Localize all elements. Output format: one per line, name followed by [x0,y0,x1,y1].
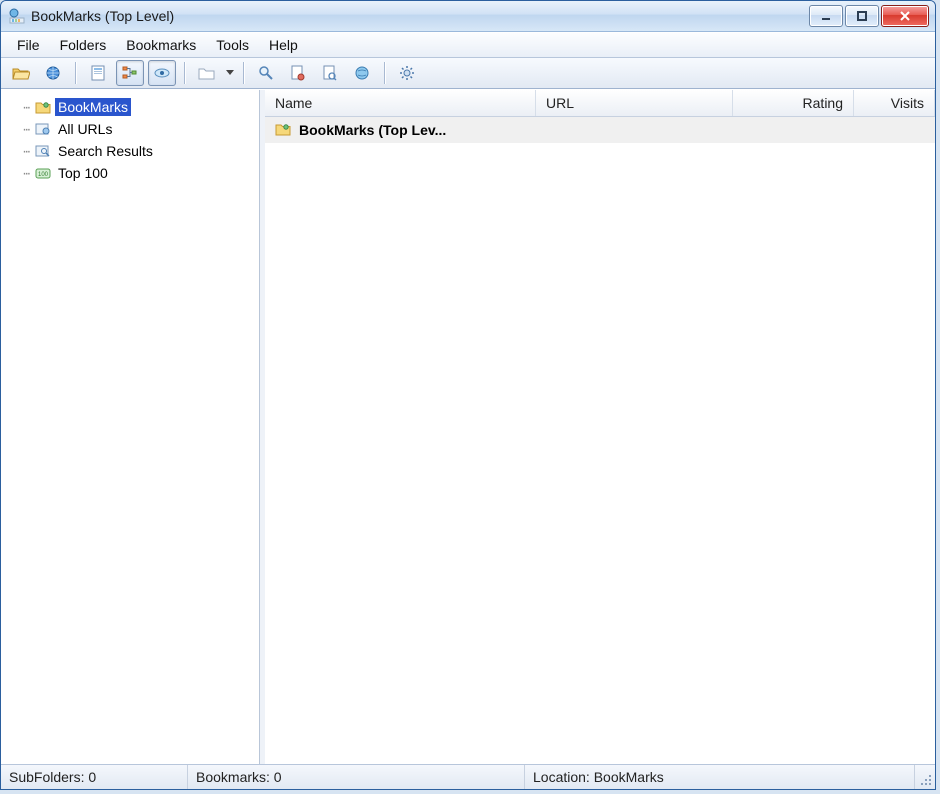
toolbar-separator [384,62,385,84]
bookmark-folder-icon [35,99,51,115]
menu-file[interactable]: File [7,33,50,57]
app-icon [9,8,25,24]
tree-item-label: All URLs [55,120,115,138]
doc-check-button[interactable] [284,60,312,86]
column-header-url[interactable]: URL [536,90,733,116]
list-header: Name URL Rating Visits [265,90,935,117]
statusbar: SubFolders: 0 Bookmarks: 0 Location: Boo… [1,764,935,789]
folder-icon [275,122,291,139]
tree-view-button[interactable] [116,60,144,86]
tree-connector: ⋯ [7,101,31,114]
toolbar-separator [75,62,76,84]
resize-grip[interactable] [915,765,935,789]
search-results-icon [35,143,51,159]
tree-connector: ⋯ [7,145,31,158]
tree-item-search-results[interactable]: ⋯ Search Results [5,140,255,162]
new-folder-dropdown[interactable] [225,70,235,76]
search-button[interactable] [252,60,280,86]
column-header-name[interactable]: Name [265,90,536,116]
tree-item-bookmarks[interactable]: ⋯ BookMarks [5,96,255,118]
tree-connector: ⋯ [7,167,31,180]
doc-search-button[interactable] [316,60,344,86]
tree-item-all-urls[interactable]: ⋯ All URLs [5,118,255,140]
globe-small-button[interactable] [348,60,376,86]
menu-help[interactable]: Help [259,33,308,57]
app-window: BookMarks (Top Level) File Folders Bookm… [0,0,936,790]
folder-tree[interactable]: ⋯ BookMarks ⋯ All URLs ⋯ Search Results [1,90,260,764]
tree-item-top-100[interactable]: ⋯ 100 Top 100 [5,162,255,184]
window-controls [809,5,929,27]
menu-tools[interactable]: Tools [206,33,259,57]
tree-item-label: Search Results [55,142,156,160]
list-row[interactable]: BookMarks (Top Lev... [265,117,935,143]
status-bookmarks: Bookmarks: 0 [188,765,525,789]
toolbar-separator [243,62,244,84]
menubar: File Folders Bookmarks Tools Help [1,32,935,58]
titlebar: BookMarks (Top Level) [1,1,935,32]
close-button[interactable] [881,5,929,27]
globe-button[interactable] [39,60,67,86]
list-rows[interactable]: BookMarks (Top Lev... [265,117,935,764]
top100-icon: 100 [35,165,51,181]
page-view-button[interactable] [84,60,112,86]
tree-item-label: Top 100 [55,164,111,182]
row-name: BookMarks (Top Lev... [299,122,446,138]
tree-connector: ⋯ [7,123,31,136]
thumb-view-button[interactable] [148,60,176,86]
svg-text:100: 100 [38,172,49,178]
tree-item-label: BookMarks [55,98,131,116]
toolbar [1,58,935,89]
urls-icon [35,121,51,137]
column-header-visits[interactable]: Visits [854,90,935,116]
status-subfolders: SubFolders: 0 [1,765,188,789]
maximize-button[interactable] [845,5,879,27]
window-title: BookMarks (Top Level) [31,8,174,24]
toolbar-separator [184,62,185,84]
minimize-button[interactable] [809,5,843,27]
menu-bookmarks[interactable]: Bookmarks [116,33,206,57]
settings-button[interactable] [393,60,421,86]
list-panel: Name URL Rating Visits BookMarks (Top Le… [265,90,935,764]
menu-folders[interactable]: Folders [50,33,117,57]
status-location: Location: BookMarks [525,765,915,789]
open-folder-button[interactable] [7,60,35,86]
new-folder-button[interactable] [193,60,221,86]
body: ⋯ BookMarks ⋯ All URLs ⋯ Search Results [1,89,935,764]
column-header-rating[interactable]: Rating [733,90,854,116]
